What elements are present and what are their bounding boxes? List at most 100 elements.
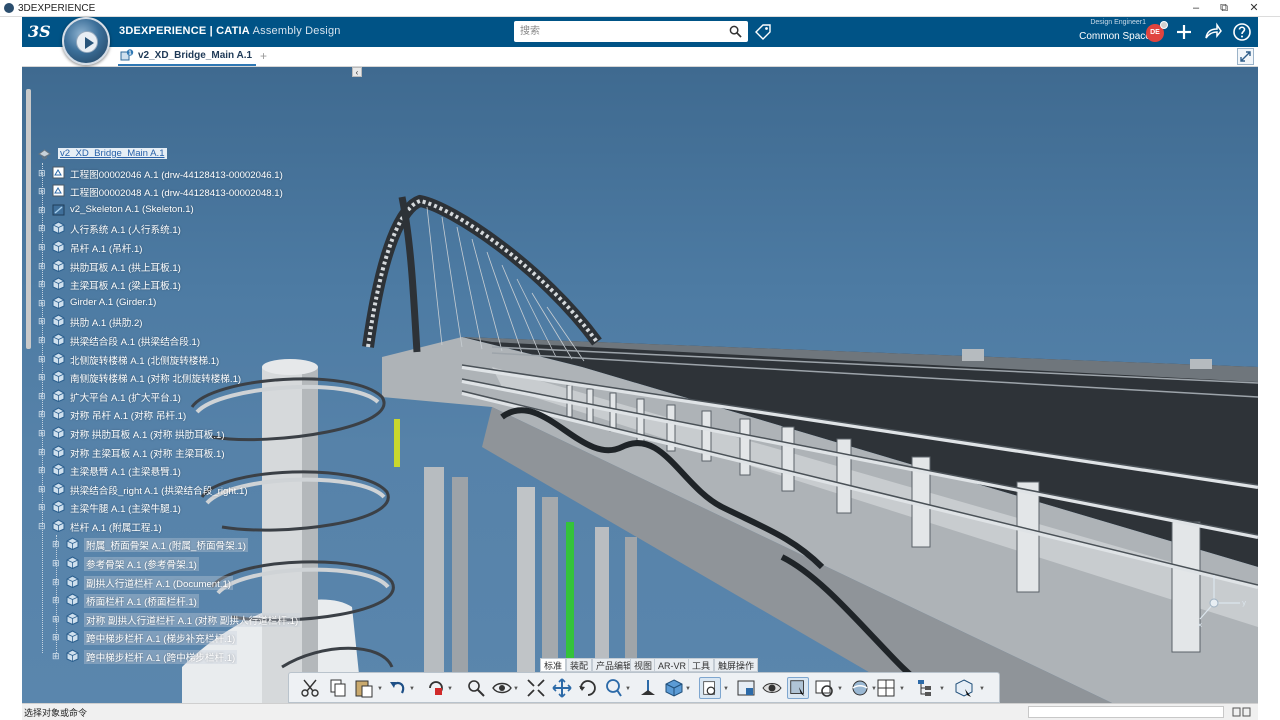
status-icons[interactable] (1232, 707, 1252, 717)
tree-node-label: 副拱人行道栏杆 A.1 (Document.1) (84, 575, 234, 590)
3d-viewport[interactable]: ‹ v2_XD_Bridge_Main A.1 ⊞ 工程图00002046 A.1… (22, 67, 1258, 703)
product-icon (66, 649, 79, 663)
publish-icon[interactable] (953, 677, 975, 699)
tree-node-label: 主梁耳板 A.1 (梁上耳板.1) (70, 281, 181, 293)
product-icon (66, 575, 79, 588)
play-icon[interactable] (76, 31, 98, 53)
assembly-tab-icon: 1 (120, 49, 134, 61)
search-box[interactable] (514, 21, 748, 42)
maximize-view-button[interactable] (1237, 48, 1254, 65)
fly-dropdown-icon[interactable]: ▼ (513, 686, 519, 692)
hide-show-dropdown-icon[interactable]: ▼ (723, 686, 729, 692)
visualize-icon[interactable] (761, 677, 783, 699)
product-icon (52, 370, 65, 384)
zoom-dropdown-icon[interactable]: ▼ (625, 686, 631, 692)
fit-all-icon[interactable] (525, 677, 547, 699)
update-icon[interactable] (425, 677, 447, 699)
tree-root-label: v2_XD_Bridge_Main A.1 (58, 148, 167, 159)
restore-button[interactable]: ⧉ (1210, 0, 1238, 16)
share-icon[interactable] (1203, 22, 1223, 42)
compass-icon[interactable] (62, 17, 110, 65)
product-icon (52, 482, 65, 495)
tab-v2-xd-bridge-main[interactable]: 1 v2_XD_Bridge_Main A.1 (118, 47, 257, 66)
normal-view-icon[interactable] (637, 677, 659, 699)
tab-standard[interactable]: 标准 (540, 658, 567, 672)
tree-node-label: 扩大平台 A.1 (扩大平台.1) (70, 392, 181, 404)
svg-text:x: x (1198, 621, 1202, 629)
tab-view[interactable]: 视图 (630, 658, 657, 672)
view-mode-dropdown-icon[interactable]: ▼ (685, 686, 691, 692)
svg-text:y: y (1242, 599, 1246, 607)
command-input[interactable] (1028, 706, 1224, 718)
copy-icon[interactable] (327, 677, 349, 699)
product-icon (66, 630, 79, 644)
layout-icon[interactable] (875, 677, 897, 699)
product-icon (52, 500, 65, 514)
update-dropdown-icon[interactable]: ▼ (447, 686, 453, 692)
explode-icon[interactable] (849, 677, 871, 699)
tab-ar-vr[interactable]: AR-VR (654, 658, 691, 672)
view-mode-icon[interactable] (663, 677, 685, 699)
ds-logo[interactable]: 3S (28, 22, 51, 41)
tree-node-label: 工程图00002048 A.1 (drw-44128413-00002048.1… (70, 188, 283, 200)
tree-dropdown-icon[interactable]: ▼ (939, 686, 945, 692)
publish-dropdown-icon[interactable]: ▼ (979, 686, 985, 692)
zoom-in-icon[interactable] (603, 677, 625, 699)
close-button[interactable]: ✕ (1240, 0, 1268, 16)
capture-icon[interactable] (735, 677, 757, 699)
layout-dropdown-icon[interactable]: ▼ (899, 686, 905, 692)
selection-icon[interactable] (787, 677, 809, 699)
expand-icon (1240, 51, 1251, 62)
window-title: 3DEXPERIENCE (18, 3, 96, 14)
zoom-icon[interactable] (465, 677, 487, 699)
help-icon[interactable] (1232, 22, 1252, 42)
tab-assembly[interactable]: 装配 (566, 658, 593, 672)
cut-icon[interactable] (299, 677, 321, 699)
paste-dropdown-icon[interactable]: ▼ (377, 686, 383, 692)
hide-show-icon[interactable] (699, 677, 721, 699)
tree-icon[interactable] (915, 677, 937, 699)
minimize-button[interactable]: – (1182, 0, 1210, 16)
space-label: Common Space (1079, 31, 1151, 42)
tree-node-label: 对称 副拱人行道栏杆 A.1 (对称 副拱人行道栏杆.1) (84, 612, 301, 627)
product-icon (52, 240, 65, 253)
tree-node-label: 对称 吊杆 A.1 (对称 吊杆.1) (70, 411, 187, 423)
tree-collapse-button[interactable]: ‹ (352, 67, 362, 77)
tree-node-label: 拱肋 A.1 (拱肋.2) (70, 318, 143, 330)
tree-scrollbar[interactable] (26, 89, 31, 349)
product-icon (66, 556, 79, 570)
pan-icon[interactable] (551, 677, 573, 699)
tree-node-label: 桥面栏杆 A.1 (桥面栏杆.1) (84, 594, 199, 609)
render-icon[interactable] (813, 677, 835, 699)
render-dropdown-icon[interactable]: ▼ (837, 686, 843, 692)
drawing-icon (52, 184, 65, 197)
fly-icon[interactable] (491, 677, 513, 699)
product-icon (52, 407, 65, 421)
tree-node-label: 附属_桥面骨架 A.1 (附属_桥面骨架.1) (84, 538, 248, 553)
action-bar: ▼ ▼ ▼ ▼ ▼ ▼ ▼ ▼ ▼ ▼ ▼ ▼ (288, 672, 1000, 703)
tree-connector (42, 163, 43, 653)
search-icon[interactable] (729, 25, 742, 38)
tab-tools[interactable]: 工具 (688, 658, 715, 672)
product-icon (66, 537, 79, 551)
left-margin (0, 17, 22, 720)
svg-text:1: 1 (128, 51, 132, 57)
os-title-bar: 3DEXPERIENCE – ⧉ ✕ (0, 0, 1280, 17)
tag-icon[interactable] (754, 23, 772, 41)
rotate-icon[interactable] (577, 677, 599, 699)
avatar[interactable]: DE (1146, 21, 1168, 42)
robot-compass-icon[interactable]: y x (1186, 569, 1246, 629)
app-title: 3DEXPERIENCE | CATIA Assembly Design (119, 25, 341, 37)
tree-connector-sub (56, 535, 57, 653)
paste-icon[interactable] (353, 677, 375, 699)
tree-node-label: 跨中梯步栏杆 A.1 (跨中梯步栏杆.1) (84, 650, 238, 665)
tab-touch[interactable]: 触屏操作 (714, 658, 759, 672)
plus-icon[interactable] (1174, 22, 1194, 42)
undo-icon[interactable] (387, 677, 409, 699)
search-input[interactable] (520, 23, 720, 40)
undo-dropdown-icon[interactable]: ▼ (409, 686, 415, 692)
right-margin (1258, 17, 1280, 720)
expand-node-icon[interactable]: ⊞ (52, 652, 61, 661)
tree-node-label: 跨中梯步栏杆 A.1 (梯步补充栏杆.1) (84, 631, 238, 646)
add-tab-button[interactable]: + (260, 49, 267, 63)
